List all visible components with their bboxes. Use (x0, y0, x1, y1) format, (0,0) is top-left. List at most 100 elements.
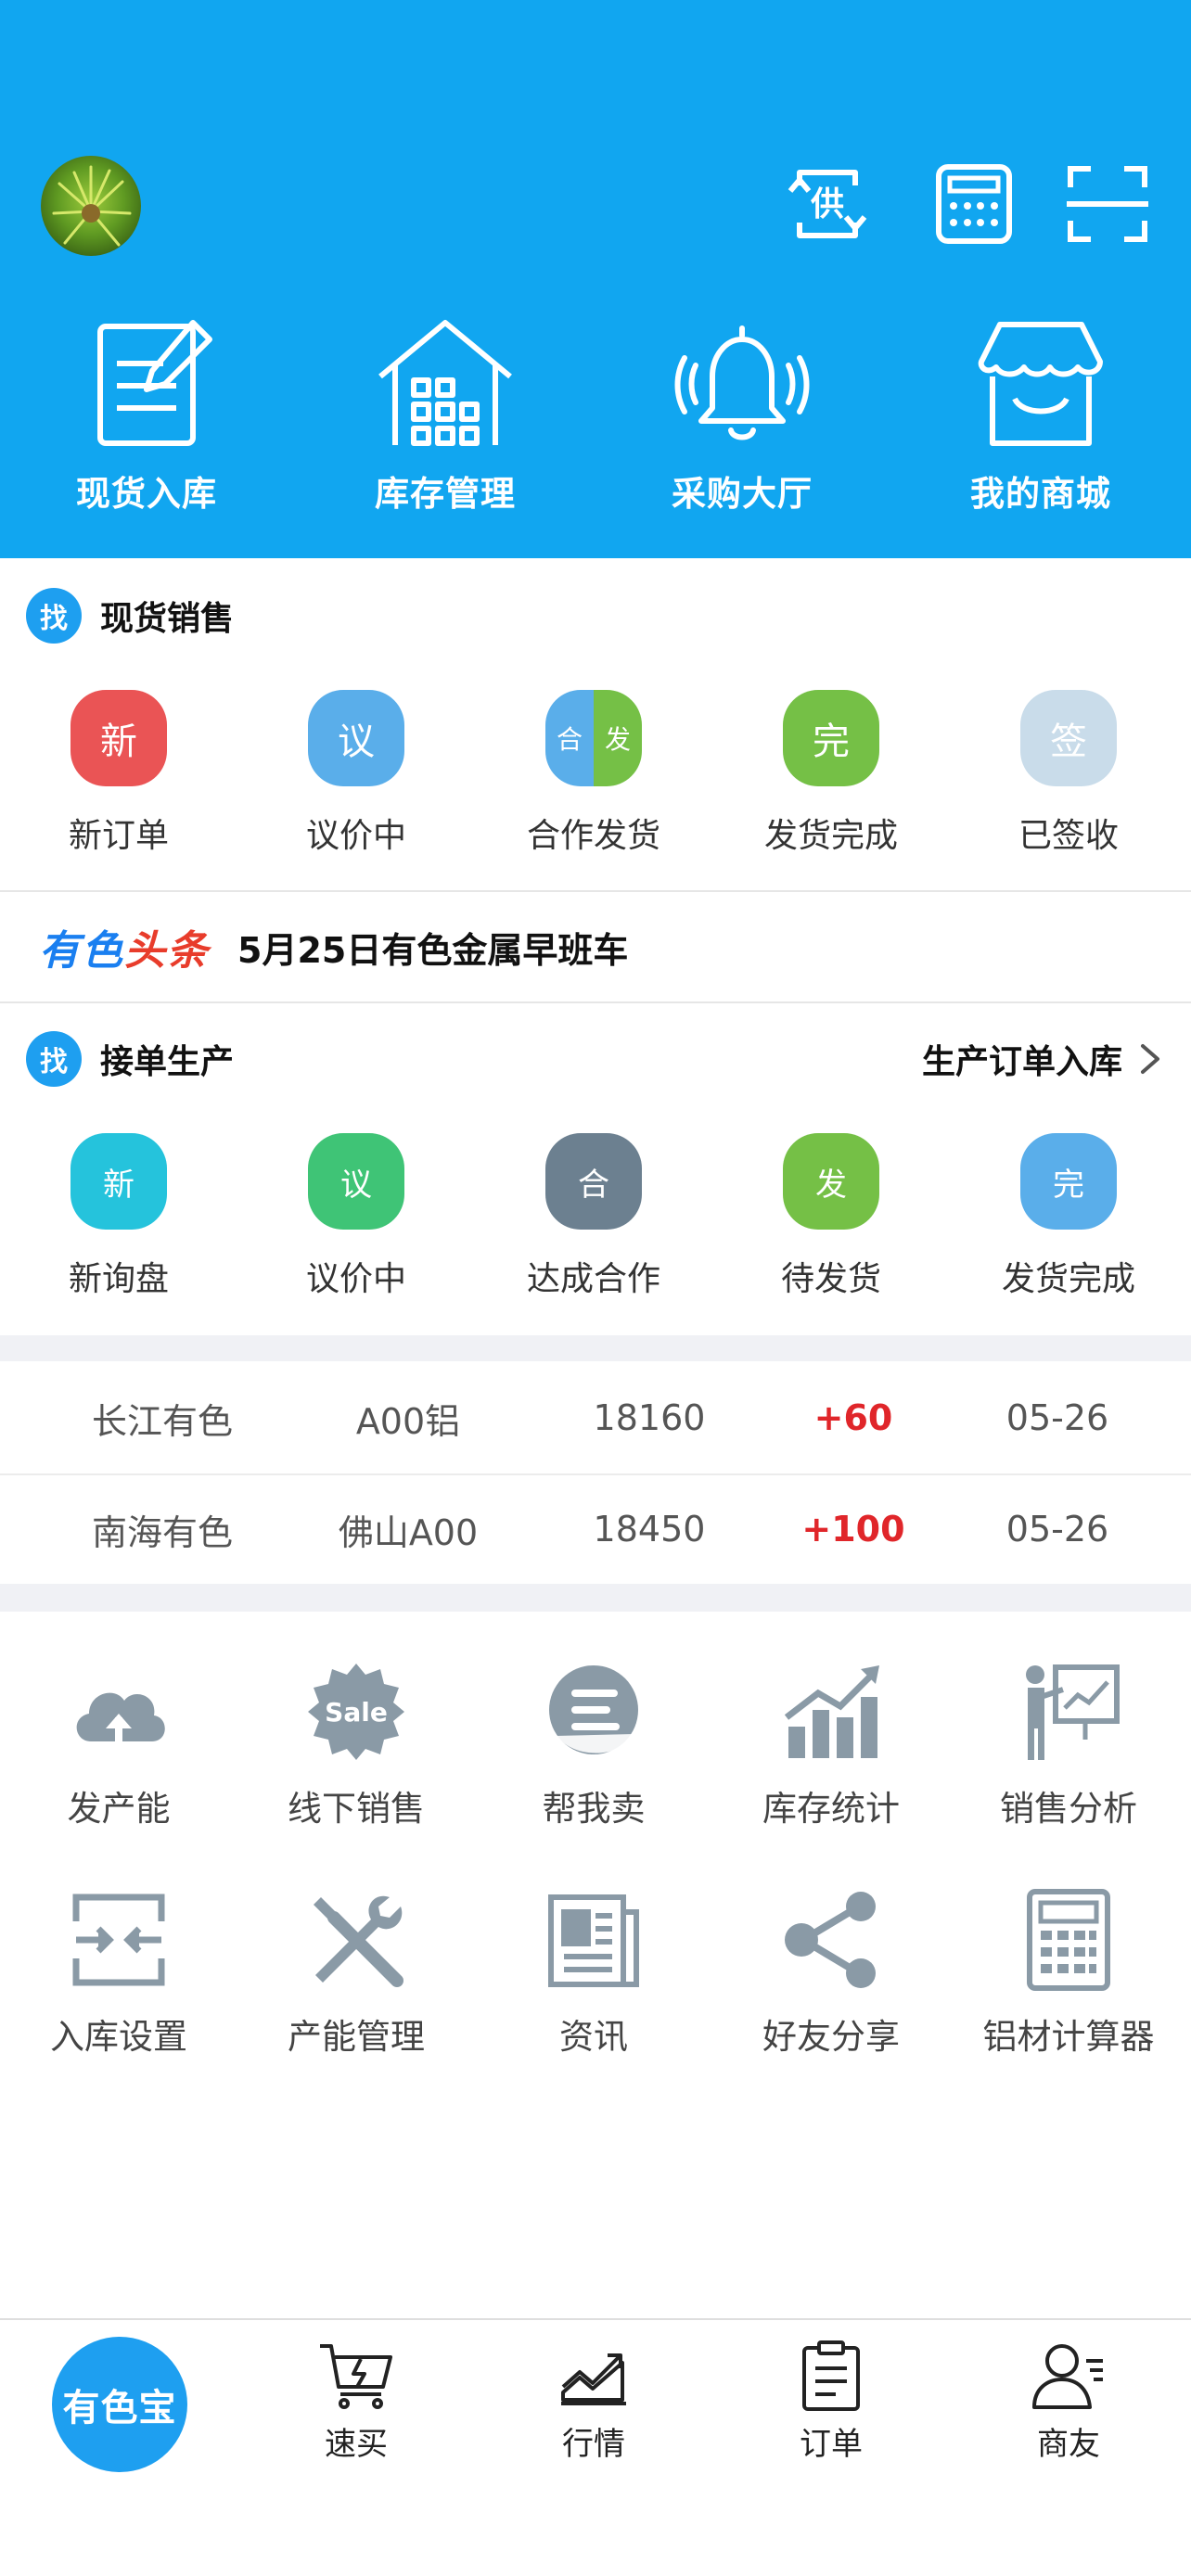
production-order-inbound-link[interactable]: 生产订单入库 (922, 1029, 1163, 1089)
price-date: 05-26 (1005, 1509, 1109, 1549)
quick-action-label: 采购大厅 (672, 474, 813, 514)
status-label: 发货完成 (763, 817, 898, 855)
avatar-plant-image (52, 165, 132, 247)
share-icon (775, 1884, 887, 1996)
status-label: 待发货 (780, 1260, 881, 1298)
find-badge-icon: 找 (26, 1031, 82, 1087)
spot-sales-header: 找 现货销售 (26, 586, 234, 645)
price-market: 南海有色 (91, 1511, 233, 1553)
cloud-upload-icon (63, 1656, 174, 1767)
tool-help-me-sell[interactable]: 帮我卖 (475, 1656, 712, 1830)
tab-label: 行情 (562, 2426, 625, 2463)
tool-label: 销售分析 (1000, 1789, 1137, 1829)
fast-cart-icon (314, 2339, 398, 2413)
presentation-icon (1013, 1656, 1124, 1767)
status-shipped[interactable]: 完 发货完成 (712, 690, 950, 857)
trend-icon (552, 2339, 635, 2413)
status-label: 新询盘 (68, 1260, 169, 1298)
quick-action-inventory[interactable]: 库存管理 (325, 315, 566, 519)
tool-inventory-stats[interactable]: 库存统计 (712, 1656, 950, 1830)
tab-label: 商友 (1037, 2426, 1100, 2463)
tab-market[interactable]: 行情 (501, 2339, 686, 2464)
status-pending-shipment[interactable]: 发 待发货 (712, 1133, 950, 1300)
price-value: 18160 (593, 1397, 706, 1438)
tools-icon (301, 1884, 412, 1996)
tool-label: 产能管理 (288, 2017, 425, 2057)
signed-icon: 签 (1020, 690, 1117, 786)
tool-share-friends[interactable]: 好友分享 (712, 1884, 950, 2059)
contacts-icon (1027, 2339, 1110, 2413)
find-badge-icon: 找 (26, 588, 82, 644)
news-ticker[interactable]: 有色头条 5月25日有色金属早班车 (0, 892, 1191, 1001)
complete-icon: 完 (783, 690, 879, 786)
help-sell-icon (538, 1656, 649, 1767)
sale-badge-icon: Sale (301, 1656, 412, 1767)
ship-icon: 发 (783, 1133, 879, 1230)
production-header: 找 接单生产 (26, 1029, 234, 1089)
production-status-row: 新 新询盘 议 议价中 合 达成合作 发 待发货 完 发货完成 (0, 1133, 1191, 1319)
tool-publish-capacity[interactable]: 发产能 (0, 1656, 237, 1830)
section-gap (0, 1335, 1191, 1361)
status-shipped[interactable]: 完 发货完成 (950, 1133, 1187, 1300)
tool-offline-sales[interactable]: Sale 线下销售 (237, 1656, 475, 1830)
quick-action-label: 我的商城 (970, 474, 1111, 514)
tool-aluminum-calculator[interactable]: 铝材计算器 (950, 1884, 1187, 2059)
document-edit-icon (72, 315, 221, 454)
price-product: 佛山A00 (338, 1511, 479, 1553)
status-negotiating[interactable]: 议 议价中 (237, 1133, 475, 1300)
status-agreement-reached[interactable]: 合 达成合作 (475, 1133, 712, 1300)
tab-orders[interactable]: 订单 (738, 2339, 924, 2464)
price-change: +60 (813, 1397, 893, 1438)
price-row[interactable]: 南海有色 佛山A00 18450 +100 05-26 (0, 1474, 1191, 1584)
clipboard-icon (789, 2339, 873, 2413)
status-new-order[interactable]: 新 新订单 (0, 690, 237, 857)
tab-fast-buy[interactable]: 速买 (263, 2339, 449, 2464)
tab-home-button[interactable]: 有色宝 (52, 2337, 187, 2472)
negotiate-icon: 议 (308, 690, 404, 786)
tool-capacity-management[interactable]: 产能管理 (237, 1884, 475, 2059)
price-date: 05-26 (1005, 1397, 1109, 1438)
section-title: 现货销售 (100, 600, 235, 638)
quick-action-label: 现货入库 (76, 474, 217, 514)
price-change: +100 (801, 1509, 905, 1549)
status-cooperative-shipping[interactable]: 合 发 合作发货 (475, 690, 712, 857)
status-label: 已签收 (1018, 817, 1119, 855)
status-label: 议价中 (305, 1260, 406, 1298)
bottom-tab-bar: 有色宝 速买 行情 订单 商友 (0, 2318, 1191, 2576)
status-label: 议价中 (305, 817, 406, 855)
avatar[interactable] (41, 156, 141, 256)
quick-action-spot-inbound[interactable]: 现货入库 (26, 315, 267, 519)
price-row[interactable]: 长江有色 A00铝 18160 +60 05-26 (0, 1363, 1191, 1473)
bell-icon (668, 315, 816, 454)
news-logo: 有色头条 (39, 917, 210, 976)
status-label: 新订单 (68, 817, 169, 855)
supply-icon[interactable]: 供 (781, 158, 874, 250)
tool-inbound-settings[interactable]: 入库设置 (0, 1884, 237, 2059)
tool-sales-analysis[interactable]: 销售分析 (950, 1656, 1187, 1830)
new-icon: 新 (70, 690, 167, 786)
tool-label: 线下销售 (288, 1789, 425, 1829)
cooperate-icon: 合 (545, 1133, 642, 1230)
tab-label: 订单 (800, 2426, 863, 2463)
tool-label: 好友分享 (762, 2017, 900, 2057)
quick-action-my-store[interactable]: 我的商城 (920, 315, 1161, 519)
calculator-icon[interactable] (928, 158, 1020, 250)
scan-icon[interactable] (1061, 158, 1154, 250)
status-negotiating[interactable]: 议 议价中 (237, 690, 475, 857)
status-label: 达成合作 (526, 1260, 660, 1298)
tool-news[interactable]: 资讯 (475, 1884, 712, 2059)
warehouse-icon (371, 315, 519, 454)
newspaper-icon (538, 1884, 649, 1996)
status-signed[interactable]: 签 已签收 (950, 690, 1187, 857)
tool-label: 铝材计算器 (982, 2017, 1155, 2057)
sale-badge-text: Sale (325, 1697, 388, 1728)
quick-action-purchase-hall[interactable]: 采购大厅 (621, 315, 863, 519)
news-logo-part1: 有色 (39, 927, 124, 975)
icon-half-right: 发 (594, 690, 642, 786)
complete-icon: 完 (1020, 1133, 1117, 1230)
status-new-inquiry[interactable]: 新 新询盘 (0, 1133, 237, 1300)
tool-label: 发产能 (67, 1789, 171, 1829)
news-headline[interactable]: 5月25日有色金属早班车 (237, 922, 628, 973)
new-icon: 新 (70, 1133, 167, 1230)
tab-contacts[interactable]: 商友 (976, 2339, 1161, 2464)
